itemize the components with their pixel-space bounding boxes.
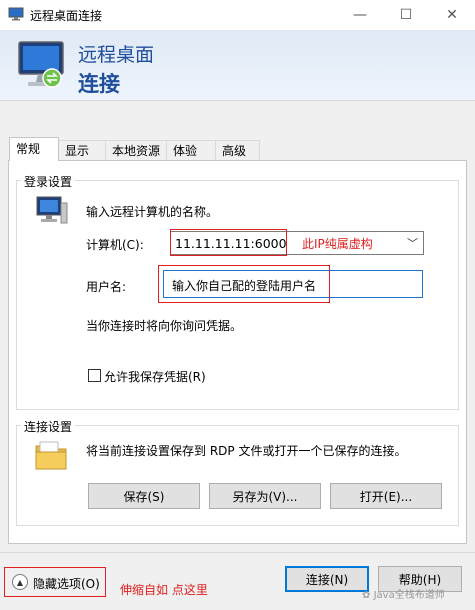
tab-general[interactable]: 常规	[9, 137, 59, 161]
connection-settings-title: 连接设置	[21, 418, 76, 435]
computer-label: 计算机(C):	[86, 238, 144, 252]
header-banner: 远程桌面 连接	[0, 30, 475, 101]
banner-title-line2: 连接	[78, 72, 120, 96]
folder-icon	[35, 441, 67, 470]
watermark-text: Java全栈布道师	[373, 590, 445, 601]
save-credentials-checkbox[interactable]	[88, 369, 101, 382]
close-button[interactable]: ✕	[429, 0, 475, 30]
computer-icon	[36, 196, 68, 224]
save-button[interactable]: 保存(S)	[88, 483, 200, 509]
footer-separator	[0, 552, 475, 553]
annotation-box-username	[158, 265, 330, 303]
connection-settings-group	[16, 425, 459, 526]
login-intro-text: 输入远程计算机的名称。	[86, 205, 219, 219]
remote-desktop-app-icon	[8, 7, 24, 21]
connect-button[interactable]: 连接(N)	[285, 566, 369, 592]
connection-description: 将当前连接设置保存到 RDP 文件或打开一个已保存的连接。	[86, 444, 407, 458]
remote-desktop-monitor-icon	[18, 41, 64, 88]
computer-annotation: 此IP纯属虚构	[302, 237, 373, 251]
hide-options-button[interactable]: 隐藏选项(O)	[33, 575, 100, 592]
save-as-button[interactable]: 另存为(V)...	[209, 483, 321, 509]
tab-display[interactable]: 显示	[58, 140, 106, 160]
title-bar: 远程桌面连接 — ☐ ✕	[0, 0, 475, 30]
chevron-up-icon[interactable]: ▲	[12, 574, 28, 590]
tab-local-resources[interactable]: 本地资源	[105, 140, 167, 160]
open-button[interactable]: 打开(E)...	[330, 483, 442, 509]
tab-advanced[interactable]: 高级	[215, 140, 260, 160]
credentials-note: 当你连接时将向你询问凭据。	[86, 319, 243, 333]
minimize-button[interactable]: —	[337, 0, 383, 30]
watermark: ✿ Java全栈布道师	[362, 586, 445, 601]
banner-title-line1: 远程桌面	[78, 44, 155, 66]
username-label: 用户名:	[86, 280, 127, 294]
window-title: 远程桌面连接	[30, 9, 103, 23]
maximize-button[interactable]: ☐	[383, 0, 429, 30]
login-settings-title: 登录设置	[21, 173, 76, 190]
annotation-box-computer	[170, 229, 287, 256]
wechat-icon: ✿	[362, 590, 371, 601]
hide-options-annotation: 伸缩自如 点这里	[120, 583, 208, 597]
tab-experience[interactable]: 体验	[166, 140, 216, 160]
save-credentials-label[interactable]: 允许我保存凭据(R)	[104, 368, 206, 385]
chevron-down-icon[interactable]: ﹀	[407, 235, 418, 251]
